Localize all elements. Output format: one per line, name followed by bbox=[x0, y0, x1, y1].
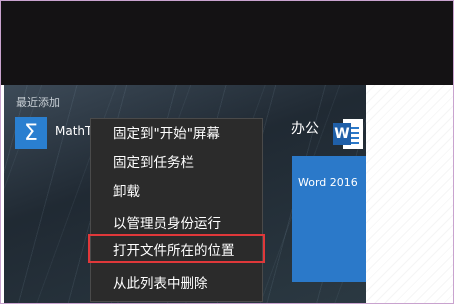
word-badge: W bbox=[333, 123, 351, 145]
word-2016-tile[interactable] bbox=[292, 156, 366, 282]
recently-added-heading: 最近添加 bbox=[16, 96, 60, 109]
menu-item-pin-to-taskbar[interactable]: 固定到任务栏 bbox=[91, 150, 262, 176]
mathtype-sigma-icon[interactable]: Σ bbox=[15, 117, 47, 149]
menu-item-uninstall[interactable]: 卸载 bbox=[91, 179, 262, 205]
menu-item-remove-from-list[interactable]: 从此列表中删除 bbox=[91, 271, 262, 297]
word-tile-label: Word 2016 bbox=[298, 176, 358, 189]
blank-area bbox=[366, 85, 453, 303]
tile-group-title: 办公 bbox=[291, 121, 319, 137]
desktop-top-band bbox=[1, 1, 453, 85]
context-menu: 固定到"开始"屏幕 固定到任务栏 卸载 以管理员身份运行 打开文件所在的位置 从… bbox=[90, 118, 263, 302]
screenshot-frame: 最近添加 Σ MathType 办公 W Word 2016 固定到"开始"屏幕… bbox=[0, 0, 454, 304]
word-icon: W bbox=[333, 117, 363, 151]
sigma-glyph: Σ bbox=[24, 120, 38, 146]
highlight-annotation-box bbox=[88, 234, 265, 263]
menu-item-pin-to-start[interactable]: 固定到"开始"屏幕 bbox=[91, 121, 262, 147]
